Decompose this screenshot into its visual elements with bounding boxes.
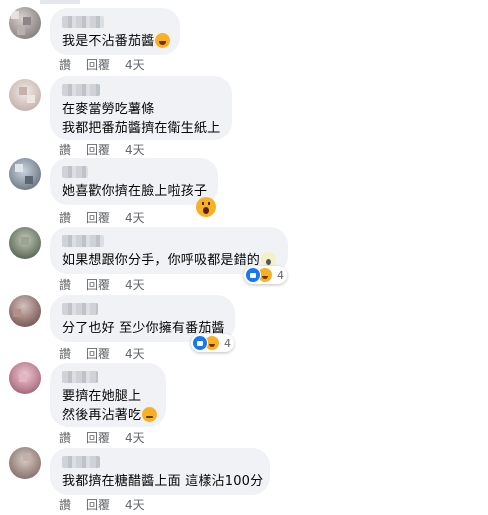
comment-text: 我都把番茄醬擠在衛生紙上 [62, 121, 221, 136]
like-reaction-icon [192, 335, 208, 351]
comment-text: 她喜歡你擠在臉上啦孩子 [62, 184, 208, 199]
comment-actions: 讚回覆 4天 [59, 276, 145, 293]
comment-bubble: 在麥當勞吃薯條 我都把番茄醬擠在衛生紙上 [50, 76, 232, 140]
like-button[interactable]: 讚 [59, 276, 71, 293]
like-button[interactable]: 讚 [59, 496, 71, 513]
comment-timestamp[interactable]: 4天 [125, 141, 145, 158]
comment-actions: 讚回覆 4天 [59, 429, 145, 446]
like-button[interactable]: 讚 [59, 209, 71, 226]
comment-actions: 讚回覆 4天 [59, 141, 145, 158]
comment-timestamp[interactable]: 4天 [125, 56, 145, 73]
commenter-name-blurred[interactable] [62, 166, 88, 178]
avatar[interactable] [9, 158, 41, 190]
avatar[interactable] [9, 7, 41, 39]
comment-timestamp[interactable]: 4天 [125, 429, 145, 446]
avatar[interactable] [9, 447, 41, 479]
comment-text: 然後再沾著吃 [62, 408, 142, 423]
avatar[interactable] [9, 362, 41, 394]
smirk-emoji-icon [142, 407, 158, 422]
reaction-summary[interactable]: 4 [191, 334, 234, 352]
reply-button[interactable]: 回覆 [86, 141, 110, 158]
comment-timestamp[interactable]: 4天 [125, 345, 145, 362]
laughing-emoji-icon [155, 33, 171, 48]
comment-bubble: 她喜歡你擠在臉上啦孩子 [50, 158, 218, 205]
like-button[interactable]: 讚 [59, 141, 71, 158]
like-button[interactable]: 讚 [59, 429, 71, 446]
avatar[interactable] [9, 227, 41, 259]
comment-text: 在麥當勞吃薯條 [62, 102, 155, 117]
reply-button[interactable]: 回覆 [86, 345, 110, 362]
commenter-name-blurred[interactable] [62, 371, 98, 383]
like-reaction-icon [245, 267, 261, 283]
comment-timestamp[interactable]: 4天 [125, 496, 145, 513]
avatar[interactable] [9, 79, 41, 111]
reply-button[interactable]: 回覆 [86, 56, 110, 73]
commenter-name-blurred[interactable] [62, 456, 100, 468]
comment-actions: 讚回覆 4天 [59, 56, 145, 73]
comment-bubble: 要擠在她腿上 然後再沾著吃 [50, 363, 166, 427]
avatar[interactable] [9, 295, 41, 327]
commenter-name-blurred[interactable] [62, 84, 100, 96]
previous-comment-edge [40, 0, 80, 4]
comment-actions: 讚回覆 4天 [59, 496, 145, 513]
reply-button[interactable]: 回覆 [86, 276, 110, 293]
commenter-name-blurred[interactable] [62, 235, 104, 247]
shocked-emoji-icon [196, 197, 216, 217]
comment-text: 我都擠在糖醋醬上面 這樣沾100分 [62, 474, 264, 489]
like-button[interactable]: 讚 [59, 345, 71, 362]
comment-text: 我是不沾番茄醬 [62, 34, 155, 49]
reaction-summary[interactable]: 4 [244, 266, 287, 284]
like-button[interactable]: 讚 [59, 56, 71, 73]
reply-button[interactable]: 回覆 [86, 496, 110, 513]
reply-button[interactable]: 回覆 [86, 429, 110, 446]
reply-button[interactable]: 回覆 [86, 209, 110, 226]
comment-timestamp[interactable]: 4天 [125, 209, 145, 226]
comment-bubble: 我是不沾番茄醬 [50, 8, 180, 55]
screaming-emoji-icon [261, 252, 277, 267]
reaction-count: 4 [277, 268, 284, 282]
comment-actions: 讚回覆 4天 [59, 209, 145, 226]
comment-text: 要擠在她腿上 [62, 389, 142, 404]
comment-timestamp[interactable]: 4天 [125, 276, 145, 293]
comment-actions: 讚回覆 4天 [59, 345, 145, 362]
commenter-name-blurred[interactable] [62, 16, 104, 28]
commenter-name-blurred[interactable] [62, 303, 98, 315]
comment-text: 如果想跟你分手，你呼吸都是錯的 [62, 253, 261, 268]
reaction-count: 4 [224, 336, 231, 350]
comment-bubble: 我都擠在糖醋醬上面 這樣沾100分 [50, 448, 270, 495]
